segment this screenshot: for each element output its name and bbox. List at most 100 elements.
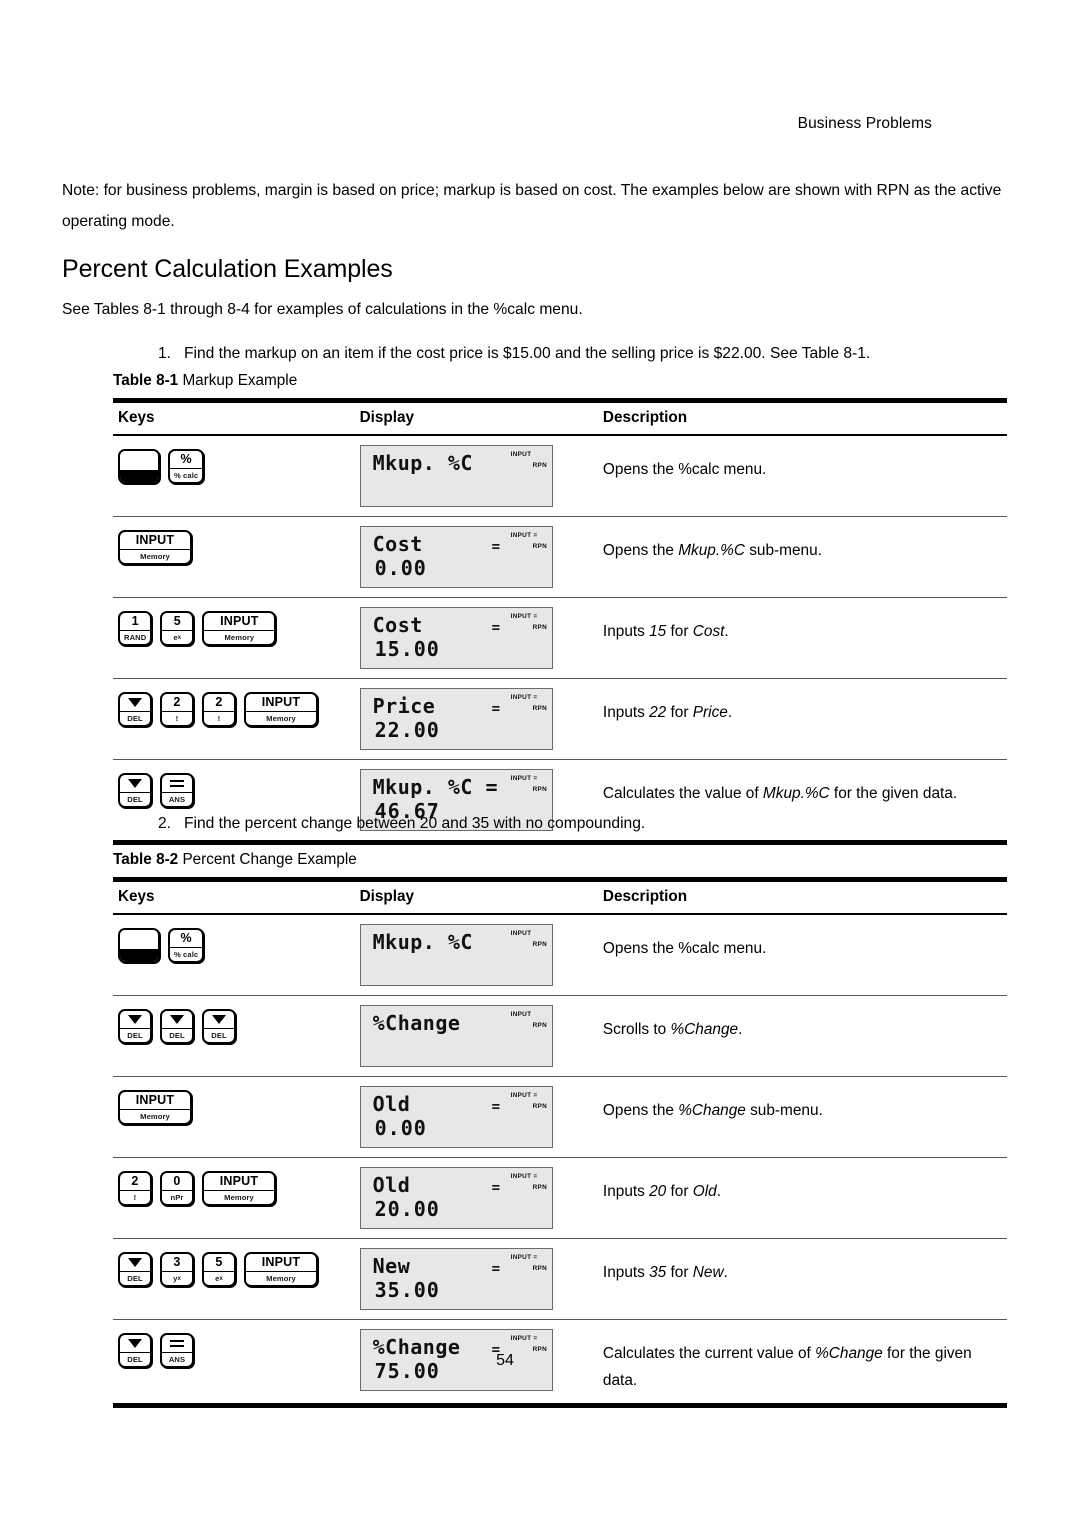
equals-ans-key[interactable]: ANS xyxy=(160,773,194,808)
down-arrow-del-key[interactable]: DEL xyxy=(118,692,152,727)
item-text: Find the markup on an item if the cost p… xyxy=(184,345,871,362)
calculator-lcd-display: Mkup. %C INPUT RPN xyxy=(359,924,553,986)
key-sequence: DEL ANS xyxy=(118,769,355,808)
down-arrow-del-key[interactable]: DEL xyxy=(202,1009,236,1044)
down-arrow-del-key[interactable]: DEL xyxy=(118,1252,152,1287)
description-cell: Opens the %Change sub-menu. xyxy=(597,1076,1007,1158)
chevron-down-icon xyxy=(128,779,142,788)
plain-text: . xyxy=(724,623,729,640)
key-primary-label: INPUT xyxy=(220,614,259,629)
keys-cell: INPUT Memory xyxy=(113,516,355,598)
plain-text: . xyxy=(738,1021,743,1038)
table-header: Keys Display Description xyxy=(113,879,1007,915)
key-secondary-label: Memory xyxy=(246,711,316,725)
key-primary-label: INPUT xyxy=(261,1255,301,1270)
emphasis-text: %Change xyxy=(678,1102,746,1119)
shift-key[interactable] xyxy=(118,928,160,963)
down-arrow-del-key[interactable]: DEL xyxy=(118,1009,152,1044)
digit-2-key[interactable]: 2! xyxy=(160,692,194,727)
input-memory-key[interactable]: INPUT Memory xyxy=(202,1171,276,1206)
lcd-rpn-annunciator: RPN xyxy=(532,786,548,793)
input-memory-key[interactable]: INPUT Memory xyxy=(118,1090,192,1125)
key-primary-label xyxy=(120,1011,150,1028)
lcd-input-annunciator: INPUT = xyxy=(510,1335,538,1342)
plain-text: . xyxy=(716,1183,721,1200)
keys-cell: DEL 3 y x 5 e x INPUT Memory xyxy=(113,1238,355,1320)
description-cell: Scrolls to %Change. xyxy=(597,995,1007,1077)
row-description: Scrolls to %Change. xyxy=(603,1005,1007,1043)
lcd-rpn-annunciator: RPN xyxy=(532,462,548,469)
numbered-item-1: 1. Find the markup on an item if the cost… xyxy=(158,342,870,366)
lcd-line-1: Old xyxy=(372,1173,411,1197)
keys-cell: INPUT Memory xyxy=(113,1076,355,1158)
row-description: Calculates the value of Mkup.%C for the … xyxy=(603,769,1007,807)
table-header-row: Keys Display Description xyxy=(113,400,1007,436)
emphasis-text: %Change xyxy=(670,1021,739,1038)
item-number: 2. xyxy=(158,815,172,832)
key-primary-label: 2 xyxy=(215,695,223,710)
calculator-lcd-display: Old 0.00 = INPUT = RPN xyxy=(359,1086,553,1148)
key-primary-label: % xyxy=(180,931,192,946)
key-primary-label: 0 xyxy=(173,1174,181,1189)
plain-text: Inputs xyxy=(602,1183,650,1200)
emphasis-text: New xyxy=(692,1264,724,1281)
down-arrow-del-key[interactable]: DEL xyxy=(160,1009,194,1044)
description-cell: Opens the Mkup.%C sub-menu. xyxy=(597,516,1007,598)
digit-1-key[interactable]: 1 RAND xyxy=(118,611,153,646)
plain-text: for xyxy=(666,704,693,721)
input-memory-key[interactable]: INPUT Memory xyxy=(244,1252,318,1287)
digit-3-key[interactable]: 3yx xyxy=(160,1252,194,1287)
key-primary-label: 1 xyxy=(131,614,139,629)
digit-2-key[interactable]: 2! xyxy=(202,692,236,727)
display-cell: Price 22.00 = INPUT = RPN xyxy=(354,678,598,760)
table-row: DEL 3 y x 5 e x INPUT Memory New 35.00 = INPUT = RPN I… xyxy=(113,1238,1007,1320)
percent-calc-key[interactable]: %% calc xyxy=(168,928,205,963)
input-memory-key[interactable]: INPUT Memory xyxy=(202,611,277,646)
lcd-line-2: 0.00 xyxy=(374,1116,427,1140)
key-primary-label xyxy=(162,1335,192,1352)
key-secondary-label xyxy=(120,949,158,961)
digit-0-key[interactable]: 0 nPr xyxy=(160,1171,194,1206)
plain-text: for the given data. xyxy=(829,785,958,802)
emphasis-text: Mkup.%C xyxy=(762,785,830,802)
lcd-equals-indicator: = xyxy=(491,1261,501,1277)
lcd-line-1: Cost xyxy=(372,532,423,556)
key-primary-label xyxy=(204,1011,234,1028)
key-secondary-label: nPr xyxy=(162,1190,192,1204)
column-header-display: Display xyxy=(354,879,598,915)
key-sequence: INPUT Memory xyxy=(118,1086,355,1125)
input-memory-key[interactable]: INPUT Memory xyxy=(118,530,192,565)
lcd-line-2: 20.00 xyxy=(374,1197,440,1221)
digit-2-key[interactable]: 2! xyxy=(118,1171,152,1206)
key-secondary-label: DEL xyxy=(204,1028,234,1042)
lcd-input-annunciator: INPUT xyxy=(510,1011,532,1018)
table-header-row: Keys Display Description xyxy=(113,879,1007,915)
lcd-equals-indicator: = xyxy=(491,620,501,636)
key-secondary-label: % calc xyxy=(170,947,203,961)
page-title: Percent Calculation Examples xyxy=(62,255,393,283)
percent-calc-key[interactable]: %% calc xyxy=(168,449,205,484)
display-cell: Old 20.00 = INPUT = RPN xyxy=(354,1157,598,1239)
column-header-keys: Keys xyxy=(113,879,355,915)
key-primary-label: INPUT xyxy=(135,533,175,548)
display-cell: Cost 15.00 = INPUT = RPN xyxy=(354,597,598,679)
lcd-equals-indicator: = xyxy=(491,1099,501,1115)
row-description: Inputs 20 for Old. xyxy=(603,1167,1007,1205)
key-secondary-label: Memory xyxy=(204,1190,274,1204)
description-cell: Inputs 20 for Old. xyxy=(597,1157,1007,1239)
down-arrow-del-key[interactable]: DEL xyxy=(118,773,152,808)
digit-5-key[interactable]: 5ex xyxy=(202,1252,236,1287)
column-header-display: Display xyxy=(354,400,598,436)
key-primary-label: 2 xyxy=(131,1174,139,1189)
intro-paragraph: See Tables 8-1 through 8-4 for examples … xyxy=(62,301,583,318)
lcd-input-annunciator: INPUT = xyxy=(510,775,538,782)
key-secondary-label: DEL xyxy=(120,792,150,806)
shift-key[interactable] xyxy=(118,449,160,484)
lcd-rpn-annunciator: RPN xyxy=(532,941,548,948)
plain-text: sub-menu. xyxy=(744,542,822,559)
numbered-item-2: 2. Find the percent change between 20 and… xyxy=(158,812,645,836)
input-memory-key[interactable]: INPUT Memory xyxy=(244,692,318,727)
chevron-down-icon xyxy=(170,1015,184,1024)
digit-5-key[interactable]: 5ex xyxy=(160,611,195,646)
calculator-lcd-display: New 35.00 = INPUT = RPN xyxy=(359,1248,553,1310)
